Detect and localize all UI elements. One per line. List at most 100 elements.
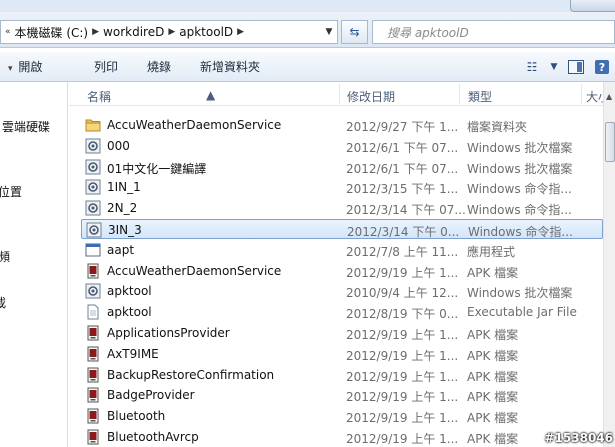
file-row[interactable]: aapt 2012/7/8 上午 11... 應用程式 (81, 240, 603, 260)
burn-button[interactable]: 燒錄 (147, 58, 171, 75)
open-menu-button[interactable]: ▾ 開啟 (8, 58, 42, 75)
file-row[interactable]: AccuWeatherDaemonService 2012/9/27 下午 1..… (81, 115, 603, 135)
breadcrumb-apktool[interactable]: apktoolD (179, 25, 233, 39)
file-date: 2010/9/4 上午 12... (346, 286, 459, 301)
column-divider[interactable] (459, 84, 460, 104)
watermark: #1538046 (544, 431, 613, 445)
file-row[interactable]: apktool 2012/8/19 下午 0... Executable Jar F… (81, 302, 603, 322)
apk-file-icon (85, 346, 101, 362)
file-type: Windows 批次檔案 (467, 140, 573, 155)
file-row[interactable]: AxT9IME 2012/9/19 上午 1... APK 檔案 (81, 344, 603, 364)
file-row[interactable]: AccuWeatherDaemonService 2012/9/19 上午 1..… (81, 261, 603, 281)
nav-item-location[interactable]: 位置 (0, 183, 22, 200)
view-options-icon[interactable]: ☷ (523, 58, 541, 76)
file-row[interactable]: Bluetooth 2012/9/19 上午 1... APK 檔案 (81, 406, 603, 426)
apk-file-icon (85, 429, 101, 445)
file-name: apktool (107, 284, 152, 299)
column-date-header[interactable]: 修改日期 (347, 88, 395, 105)
file-name: BackupRestoreConfirmation (107, 367, 275, 382)
address-bar-region: « 本機磁碟 (C:) ▶ workdireD ▶ apktoolD ▶ ▼ ⇆… (0, 0, 615, 48)
column-divider[interactable] (581, 84, 582, 104)
file-type: 應用程式 (467, 244, 516, 259)
file-date: 2012/9/19 上午 1... (346, 390, 459, 405)
chevron-down-icon: ▾ (8, 64, 13, 74)
print-button[interactable]: 列印 (94, 58, 118, 75)
file-date: 2012/9/19 上午 1... (346, 432, 459, 446)
column-divider[interactable] (339, 84, 340, 104)
command-bar: ▾ 開啟 列印 燒錄 新增資料夾 ☷ ▼ ? (0, 52, 615, 82)
file-name: ApplicationsProvider (107, 326, 230, 340)
chevron-right-icon[interactable]: ▶ (92, 27, 99, 37)
file-row[interactable]: BadgeProvider 2012/9/19 上午 1... APK 檔案 (81, 385, 603, 405)
nav-item-label: 雲端硬碟 (1, 120, 50, 134)
file-row[interactable]: 3IN_3 2012/3/14 下午 0... Windows 命令指... (81, 219, 603, 239)
file-type: APK 檔案 (467, 411, 519, 426)
breadcrumb-workdir[interactable]: workdireD (103, 25, 164, 39)
file-date: 2012/3/14 下午 0... (347, 225, 460, 239)
breadcrumb-drive[interactable]: 本機磁碟 (C:) (15, 24, 89, 41)
refresh-button[interactable]: ⇆ (341, 20, 368, 44)
address-dropdown-icon[interactable]: ▼ (321, 27, 337, 37)
nav-item-cloud-drive[interactable]: ▷ 雲端硬碟 (0, 118, 50, 135)
scroll-up-icon[interactable]: ▲ (606, 92, 612, 101)
chevron-down-icon[interactable]: ▼ (549, 58, 559, 76)
file-date: 2012/7/8 上午 11... (346, 244, 459, 259)
apk-file-icon (85, 325, 101, 341)
help-icon[interactable]: ? (593, 58, 611, 76)
file-date: 2012/9/19 上午 1... (346, 369, 459, 384)
file-name: Bluetooth (107, 409, 166, 424)
file-name: AccuWeatherDaemonService (107, 118, 282, 132)
svg-text:?: ? (599, 61, 605, 74)
nav-item-download[interactable]: 載 (0, 294, 6, 311)
preview-pane-icon[interactable] (567, 58, 585, 76)
file-name: 2N_2 (107, 201, 138, 216)
file-date: 2012/9/27 下午 1... (346, 120, 459, 134)
exe-file-icon (85, 242, 101, 258)
file-row[interactable]: 2N_2 2012/3/14 下午 07... Windows 命令指... (81, 198, 603, 218)
title-strip (0, 0, 615, 12)
refresh-icon: ⇆ (349, 25, 360, 39)
file-row[interactable]: ApplicationsProvider 2012/9/19 上午 1... APK… (81, 323, 603, 343)
breadcrumb[interactable]: « 本機磁碟 (C:) ▶ workdireD ▶ apktoolD ▶ ▼ (0, 20, 338, 44)
column-name-header[interactable]: 名稱 (87, 88, 111, 105)
column-size-header[interactable]: 大小 (586, 88, 603, 105)
file-date: 2012/8/19 下午 0... (346, 307, 459, 322)
apk-file-icon (85, 408, 101, 424)
breadcrumb-overflow-icon[interactable]: « (5, 27, 11, 37)
folder-icon (85, 117, 101, 133)
nav-item-video[interactable]: 頻 (0, 248, 10, 265)
file-row[interactable]: 01中文化一鍵編譯 2012/6/1 下午 07... Windows 批次檔案 (81, 157, 603, 177)
file-row[interactable]: 1IN_1 2012/3/15 下午 1... Windows 命令指... (81, 177, 603, 197)
file-date: 2012/6/1 下午 07... (346, 161, 459, 176)
file-name: 1IN_1 (107, 180, 141, 195)
window-close-button[interactable] (570, 0, 615, 12)
batch-file-icon (85, 138, 101, 154)
file-date: 2012/9/19 上午 1... (346, 328, 459, 342)
file-date: 2012/9/19 上午 1... (346, 411, 459, 426)
file-name: AxT9IME (107, 346, 159, 361)
file-type: Windows 命令指... (468, 225, 573, 239)
open-label: 開啟 (18, 60, 43, 74)
file-row[interactable]: apktool 2010/9/4 上午 12... Windows 批次檔案 (81, 281, 603, 301)
file-row[interactable]: 000 2012/6/1 下午 07... Windows 批次檔案 (81, 136, 603, 156)
new-folder-button[interactable]: 新增資料夾 (200, 58, 260, 75)
file-type: APK 檔案 (467, 328, 519, 342)
column-type-header[interactable]: 類型 (468, 88, 492, 105)
file-name: 01中文化一鍵編譯 (107, 161, 207, 176)
chevron-right-icon[interactable]: ▶ (237, 27, 244, 37)
chevron-right-icon[interactable]: ▶ (168, 27, 175, 37)
jar-file-icon (85, 304, 101, 320)
vertical-scrollbar[interactable]: ▲ (603, 82, 615, 447)
batch-file-icon (85, 159, 101, 175)
file-list: ▲ 名稱 修改日期 類型 大小 AccuWeatherDaemonService… (69, 82, 603, 447)
apk-file-icon (85, 367, 101, 383)
file-row[interactable]: BluetoothAvrcp 2012/9/19 上午 1... APK 檔案 (81, 427, 603, 447)
file-type: APK 檔案 (467, 348, 519, 363)
file-type: Windows 批次檔案 (467, 161, 573, 176)
file-date: 2012/9/19 上午 1... (346, 348, 459, 363)
apk-file-icon (85, 263, 101, 279)
scrollbar-thumb[interactable] (605, 122, 615, 162)
batch-file-icon (85, 283, 101, 299)
file-row[interactable]: BackupRestoreConfirmation 2012/9/19 上午 1.… (81, 365, 603, 385)
search-input[interactable]: 搜尋 apktoolD (372, 20, 615, 44)
